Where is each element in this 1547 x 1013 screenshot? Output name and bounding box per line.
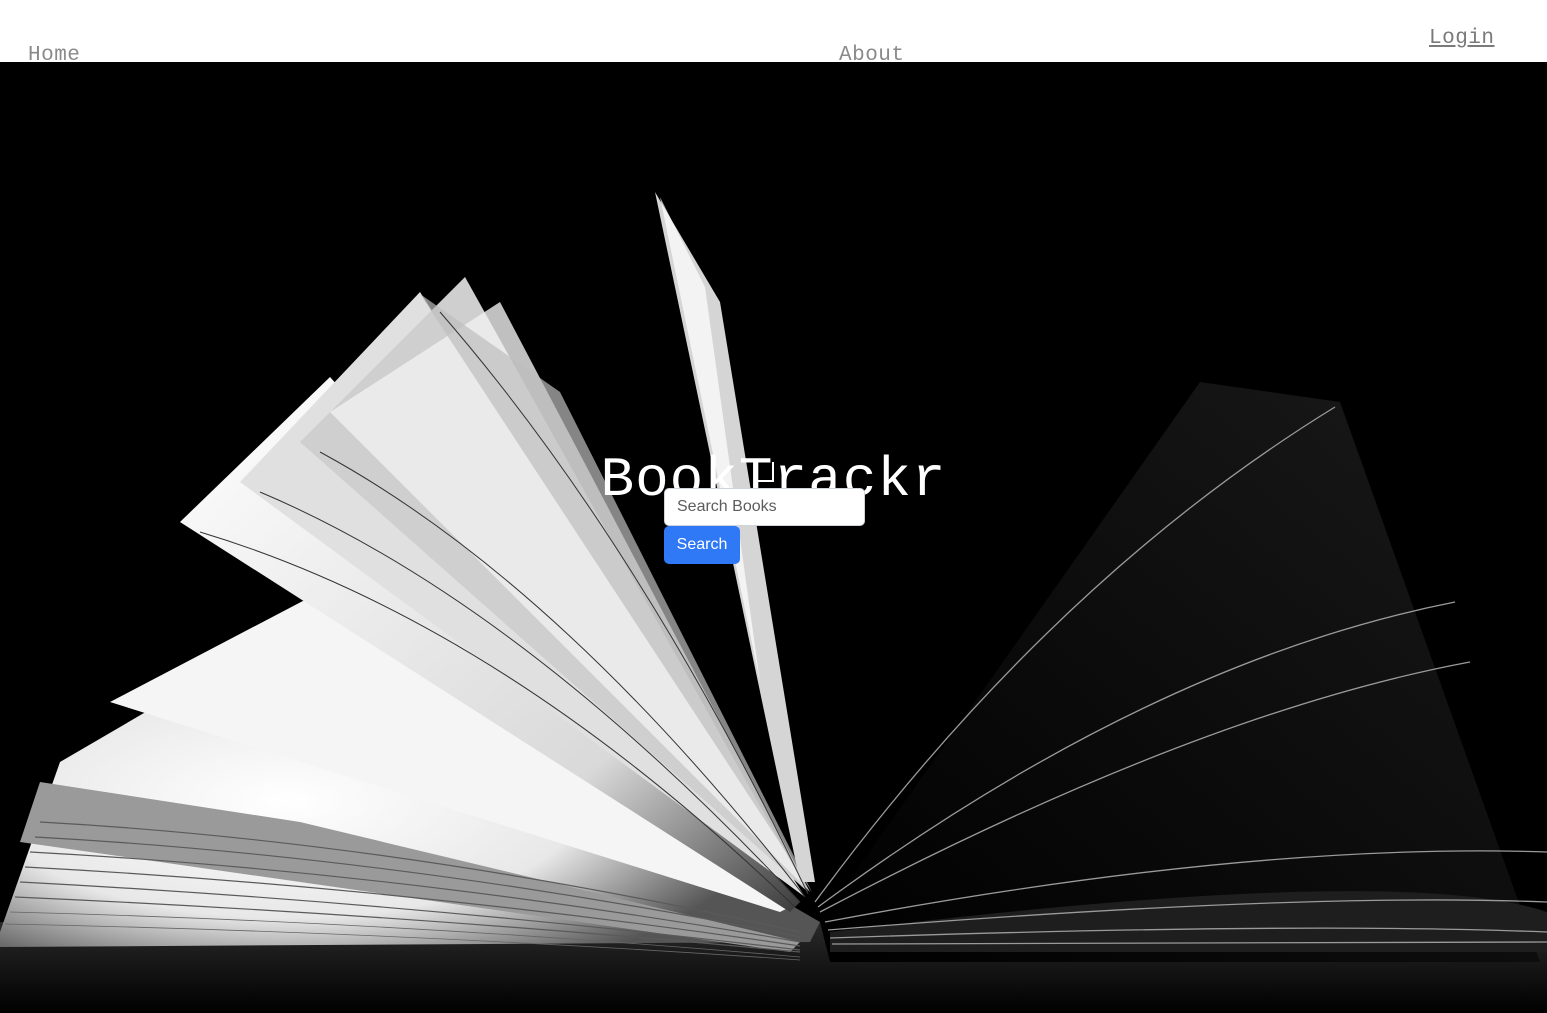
nav-login-link[interactable]: Login <box>1429 27 1495 50</box>
hero-section: BookTrackr <box>0 62 1547 1013</box>
open-book-background-image <box>0 62 1547 1013</box>
corner-marker-icon <box>754 462 774 482</box>
top-navbar: Home About Login <box>0 0 1547 67</box>
search-input[interactable] <box>664 488 865 526</box>
search-button[interactable]: Search <box>664 526 740 564</box>
